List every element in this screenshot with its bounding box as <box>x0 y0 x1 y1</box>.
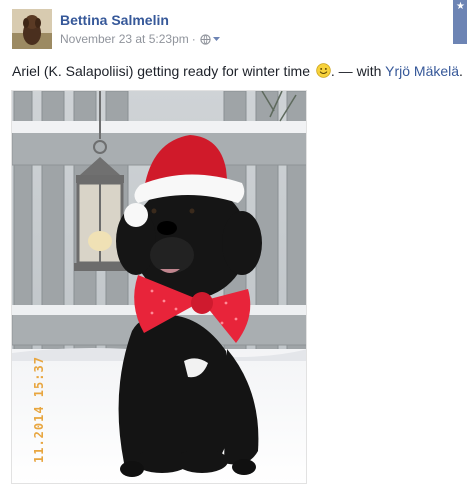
tagged-person-link[interactable]: Yrjö Mäkelä <box>385 63 459 79</box>
post-timestamp-link[interactable]: November 23 at 5:23pm <box>60 32 189 46</box>
star-icon: ★ <box>456 1 465 12</box>
post-photo[interactable] <box>11 90 307 484</box>
meta-separator: · <box>191 32 196 46</box>
caret-down-icon <box>212 37 220 41</box>
status-message: Ariel (K. Salapoliisi) getting ready for… <box>12 63 311 79</box>
photo-date-stamp: 11.2014 15:37 <box>32 356 46 463</box>
with-prefix: . — with <box>330 63 382 79</box>
corner-badge[interactable]: ★ <box>453 0 467 44</box>
smile-emoji-icon <box>316 63 331 78</box>
author-name-link[interactable]: Bettina Salmelin <box>60 12 169 28</box>
post-meta: November 23 at 5:23pm · <box>60 32 221 46</box>
facebook-post: Bettina Salmelin November 23 at 5:23pm ·… <box>0 0 467 491</box>
author-avatar[interactable] <box>12 9 52 49</box>
status-suffix: . <box>459 63 463 79</box>
privacy-selector[interactable] <box>200 33 221 45</box>
status-text: Ariel (K. Salapoliisi) getting ready for… <box>12 63 463 79</box>
globe-icon <box>200 33 211 45</box>
